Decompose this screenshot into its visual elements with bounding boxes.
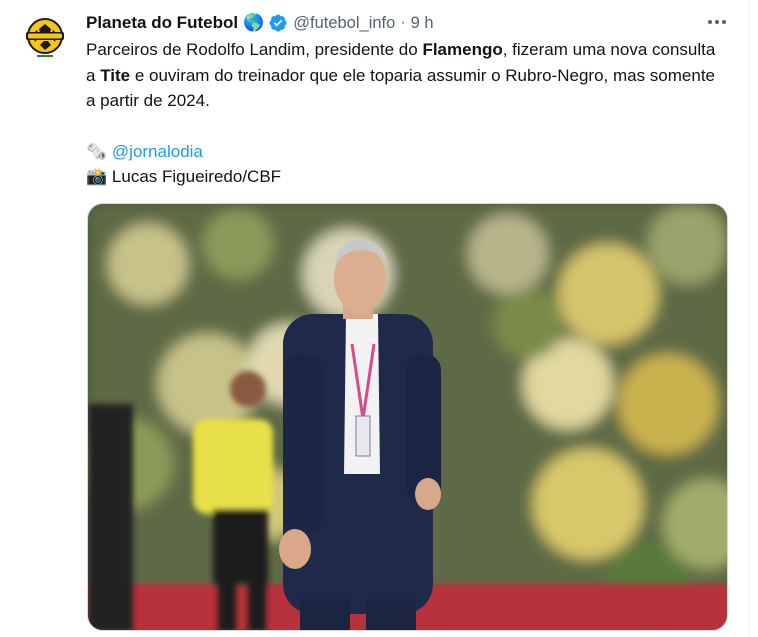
text-bold-tite: Tite xyxy=(100,65,131,85)
tweet-body: Parceiros de Rodolfo Landim, presidente … xyxy=(86,37,726,114)
newspaper-emoji-icon: 🗞️ xyxy=(86,141,108,161)
credit-photo-line: 📸 Lucas Figueiredo/CBF xyxy=(86,164,726,190)
text-bold-flamengo: Flamengo xyxy=(422,40,503,59)
timeline-divider xyxy=(749,0,750,637)
author-name[interactable]: Planeta do Futebol xyxy=(86,13,238,33)
author-handle[interactable]: @futebol_info xyxy=(293,14,395,33)
camera-emoji-icon: 📸 xyxy=(86,167,108,186)
tweet-text: Parceiros de Rodolfo Landim, presidente … xyxy=(86,37,726,190)
credit-source-line: 🗞️ @jornalodia xyxy=(86,139,726,165)
verified-badge-icon[interactable] xyxy=(268,13,288,33)
separator-dot: · xyxy=(400,14,406,31)
photo-credit: Lucas Figueiredo/CBF xyxy=(111,167,282,186)
mention-link[interactable]: @jornalodia xyxy=(112,142,203,161)
photo-coach-image xyxy=(88,204,727,630)
more-options-icon[interactable] xyxy=(705,12,729,32)
text-segment: e ouviram do treinador que ele toparia a… xyxy=(86,65,716,111)
tweet-timestamp[interactable]: 9 h xyxy=(411,14,434,33)
avatar[interactable] xyxy=(20,12,70,62)
tweet-photo[interactable] xyxy=(87,203,728,631)
text-segment: Parceiros de Rodolfo Landim, presidente … xyxy=(86,40,423,59)
ball-logo-icon xyxy=(20,12,70,62)
tweet-header: Planeta do Futebol 🌎 @futebol_info · 9 h xyxy=(86,11,434,35)
globe-emoji-icon: 🌎 xyxy=(243,13,265,32)
